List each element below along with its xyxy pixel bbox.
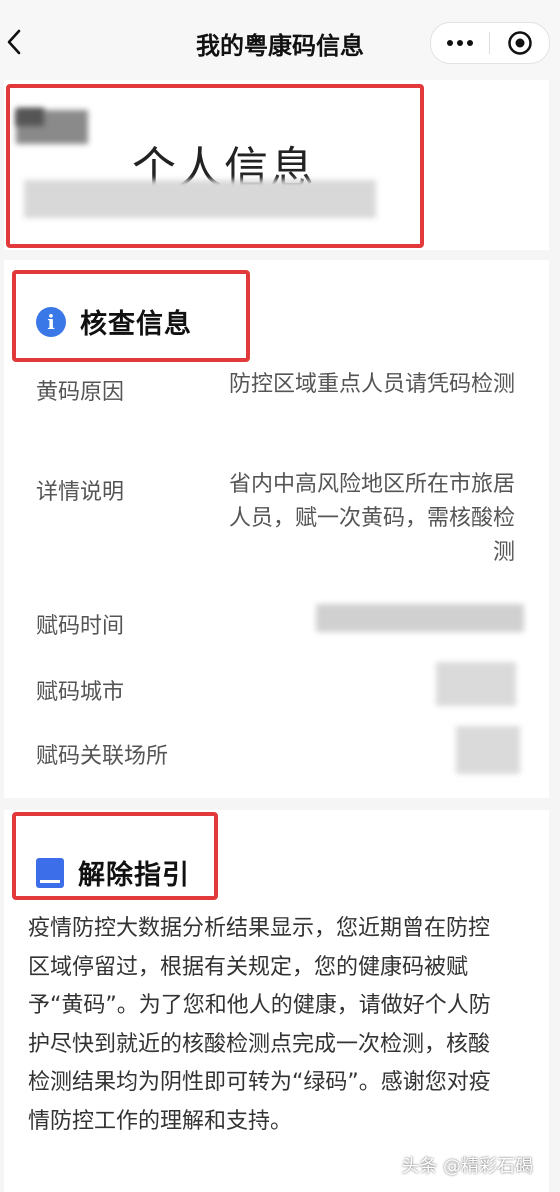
check-info-card: i 核查信息 黄码原因 防控区域重点人员请凭码检测 详情说明 省内中高风险地区所…	[4, 260, 549, 798]
nav-bar: 我的粤康码信息	[0, 0, 560, 80]
guide-text: 疫情防控大数据分析结果显示，您近期曾在防控区域停留过，根据有关规定，您的健康码被…	[28, 916, 491, 1134]
blurred-assign-city	[436, 662, 516, 706]
blurred-id-number	[24, 180, 376, 218]
target-icon	[507, 31, 532, 55]
row-label-assign-city: 赋码城市	[36, 680, 125, 705]
personal-info-card: 个人信息	[4, 80, 549, 250]
row-label-assign-venue: 赋码关联场所	[36, 744, 169, 769]
blurred-assign-venue	[456, 726, 520, 774]
check-info-header: i 核查信息	[36, 302, 192, 341]
blurred-name	[16, 108, 44, 126]
guide-header: 解除指引	[36, 853, 190, 892]
blurred-assign-time	[316, 604, 524, 632]
check-info-title: 核查信息	[80, 309, 192, 340]
watermark: 头条 @精彩石碣	[401, 1156, 533, 1177]
row-label-assign-time: 赋码时间	[36, 614, 125, 639]
book-icon	[36, 857, 64, 888]
mini-program-capsule	[430, 22, 550, 64]
row-label-detail: 详情说明	[36, 480, 125, 505]
row-value-yellow-reason: 防控区域重点人员请凭码检测	[228, 372, 515, 397]
row-label-yellow-reason: 黄码原因	[36, 380, 125, 405]
more-dots-icon	[447, 40, 453, 46]
info-icon: i	[36, 306, 66, 337]
more-button[interactable]	[431, 23, 489, 63]
guide-title: 解除指引	[78, 860, 190, 891]
close-program-button[interactable]	[490, 23, 549, 63]
row-value-detail: 省内中高风险地区所在市旅居人员，赋一次黄码，需核酸检测	[228, 472, 515, 565]
guide-card: 解除指引 疫情防控大数据分析结果显示，您近期曾在防控区域停留过，根据有关规定，您…	[4, 810, 549, 1192]
